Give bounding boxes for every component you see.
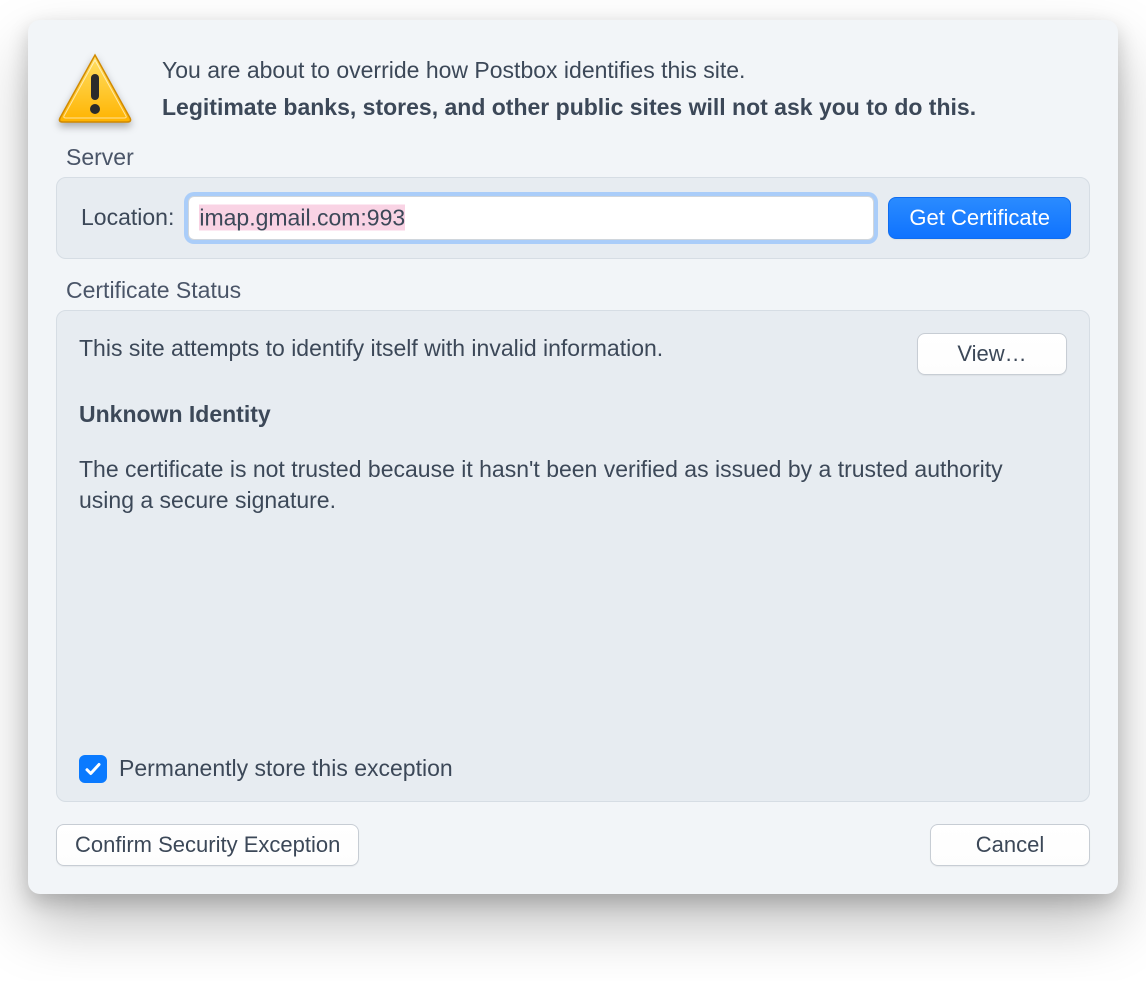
location-label: Location: [75, 204, 174, 231]
warning-icon [56, 52, 134, 124]
permanently-store-checkbox[interactable] [79, 755, 107, 783]
certificate-detail-text: The certificate is not trusted because i… [79, 454, 1039, 516]
server-group: Location: imap.gmail.com:993 Get Certifi… [56, 177, 1090, 259]
confirm-security-exception-button[interactable]: Confirm Security Exception [56, 824, 359, 866]
server-section-label: Server [66, 144, 1090, 171]
certificate-attempt-text: This site attempts to identify itself wi… [79, 333, 663, 364]
certificate-status-section-label: Certificate Status [66, 277, 1090, 304]
get-certificate-button[interactable]: Get Certificate [888, 197, 1071, 239]
unknown-identity-heading: Unknown Identity [79, 401, 1067, 428]
header-text: You are about to override how Postbox id… [162, 52, 1090, 126]
certificate-status-group: This site attempts to identify itself wi… [56, 310, 1090, 802]
permanently-store-label: Permanently store this exception [119, 755, 453, 782]
cancel-button[interactable]: Cancel [930, 824, 1090, 866]
dialog-footer: Confirm Security Exception Cancel [56, 824, 1090, 866]
security-exception-dialog: You are about to override how Postbox id… [28, 20, 1118, 894]
permanently-store-row: Permanently store this exception [79, 755, 1067, 783]
header-line1: You are about to override how Postbox id… [162, 52, 1090, 89]
view-certificate-button[interactable]: View… [917, 333, 1067, 375]
location-input[interactable] [188, 196, 874, 240]
dialog-header: You are about to override how Postbox id… [56, 52, 1090, 126]
header-line2: Legitimate banks, stores, and other publ… [162, 89, 1090, 126]
location-input-wrapper[interactable]: imap.gmail.com:993 [188, 196, 874, 240]
